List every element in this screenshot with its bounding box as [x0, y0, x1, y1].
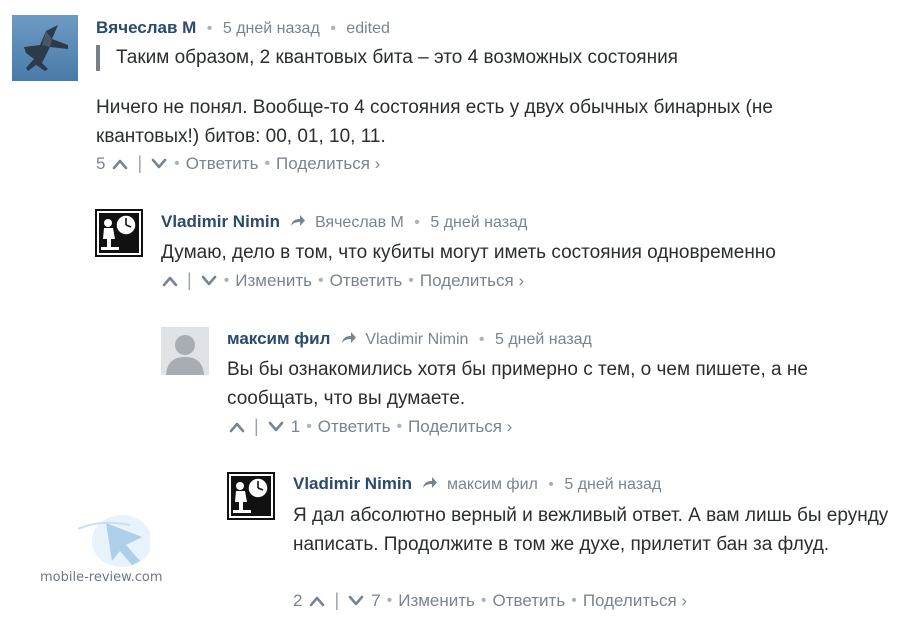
author-name[interactable]: максим фил	[227, 329, 330, 348]
reply-link[interactable]: Ответить	[330, 271, 403, 291]
upvote-count: 5	[96, 153, 106, 173]
quoted-text: Таким образом, 2 квантовых бита – это 4 …	[96, 45, 678, 71]
vote-divider: |	[137, 153, 143, 173]
separator-dot: •	[330, 20, 336, 37]
timestamp[interactable]: 5 дней назад	[223, 20, 320, 37]
watermark-logo	[77, 515, 150, 567]
author-name[interactable]: Vladimir Nimin	[293, 474, 412, 493]
watermark-text: mobile-review.com	[40, 570, 163, 585]
comment-header: максим фил Vladimir Nimin • 5 дней назад	[227, 329, 592, 349]
reply-arrow-icon	[291, 215, 306, 226]
avatar[interactable]	[95, 209, 143, 257]
comment-footer: | • Изменить • Ответить • Поделиться ›	[161, 270, 524, 291]
separator-dot: •	[317, 271, 324, 289]
comment-footer: 5 | • Ответить • Поделиться ›	[96, 153, 380, 174]
separator-dot: •	[386, 591, 393, 609]
edit-link[interactable]: Изменить	[398, 591, 475, 611]
separator-dot: •	[306, 417, 312, 435]
author-name[interactable]: Vladimir Nimin	[161, 212, 280, 231]
downvote-icon[interactable]	[347, 594, 365, 608]
separator-dot: •	[206, 20, 213, 37]
comment-body: Думаю, дело в том, что кубиты могут имет…	[161, 242, 776, 263]
reply-arrow-icon	[423, 477, 438, 488]
separator-dot: •	[548, 476, 554, 493]
reply-link[interactable]: Ответить	[186, 154, 259, 174]
share-link[interactable]: Поделиться ›	[408, 417, 512, 437]
upvote-icon[interactable]	[308, 594, 326, 608]
timestamp[interactable]: 5 дней назад	[495, 331, 592, 348]
separator-dot: •	[264, 154, 271, 172]
avatar[interactable]	[161, 327, 209, 375]
share-link[interactable]: Поделиться ›	[420, 271, 524, 291]
comment-body: Ничего не понял. Вообще-то 4 состояния е…	[96, 97, 773, 147]
separator-dot: •	[478, 331, 485, 348]
reply-link[interactable]: Ответить	[318, 417, 391, 437]
comment-body: Я дал абсолютно верный и вежливый ответ.…	[293, 505, 889, 555]
downvote-icon[interactable]	[150, 157, 168, 171]
reply-to-name[interactable]: максим фил	[447, 476, 538, 493]
timestamp[interactable]: 5 дней назад	[564, 476, 661, 493]
vote-divider: |	[334, 590, 340, 610]
comment-footer: 2 | 7 • Изменить • Ответить • Поделиться…	[293, 590, 687, 611]
comment-header: Vladimir Nimin максим фил • 5 дней назад	[293, 474, 661, 494]
comment-body: Вы бы ознакомились хотя бы примерно с те…	[227, 359, 808, 409]
upvote-icon[interactable]	[228, 420, 246, 434]
downvote-count: 1	[290, 416, 301, 436]
comment-footer: | 1 • Ответить • Поделиться ›	[228, 416, 512, 437]
separator-dot: •	[223, 271, 230, 289]
edited-label: edited	[346, 20, 390, 37]
downvote-count: 7	[371, 590, 381, 610]
default-avatar	[161, 327, 209, 375]
jet-avatar	[12, 15, 78, 81]
timestamp[interactable]: 5 дней назад	[430, 214, 527, 231]
clock-avatar	[95, 209, 143, 257]
avatar[interactable]	[12, 15, 78, 81]
separator-dot: •	[396, 417, 403, 435]
comment-header: Vladimir Nimin Вячеслав М • 5 дней назад	[161, 212, 527, 232]
downvote-icon[interactable]	[267, 420, 285, 434]
share-link[interactable]: Поделиться ›	[583, 591, 687, 611]
separator-dot: •	[174, 154, 180, 172]
vote-divider: |	[254, 416, 259, 436]
upvote-icon[interactable]	[161, 274, 179, 288]
share-link[interactable]: Поделиться ›	[276, 154, 380, 174]
reply-link[interactable]: Ответить	[493, 591, 566, 611]
comment-header: Вячеслав М • 5 дней назад • edited	[96, 18, 390, 38]
upvote-count: 2	[293, 590, 303, 610]
author-name[interactable]: Вячеслав М	[96, 18, 196, 37]
downvote-icon[interactable]	[200, 274, 218, 288]
clock-avatar	[227, 472, 275, 520]
separator-dot: •	[571, 591, 577, 609]
separator-dot: •	[414, 214, 420, 231]
edit-link[interactable]: Изменить	[235, 271, 312, 291]
upvote-icon[interactable]	[111, 157, 129, 171]
reply-to-name[interactable]: Вячеслав М	[315, 214, 404, 231]
reply-to-name[interactable]: Vladimir Nimin	[365, 331, 468, 348]
separator-dot: •	[408, 271, 414, 289]
reply-arrow-icon	[341, 332, 356, 343]
separator-dot: •	[480, 591, 487, 609]
avatar[interactable]	[227, 472, 275, 520]
vote-divider: |	[187, 270, 192, 290]
